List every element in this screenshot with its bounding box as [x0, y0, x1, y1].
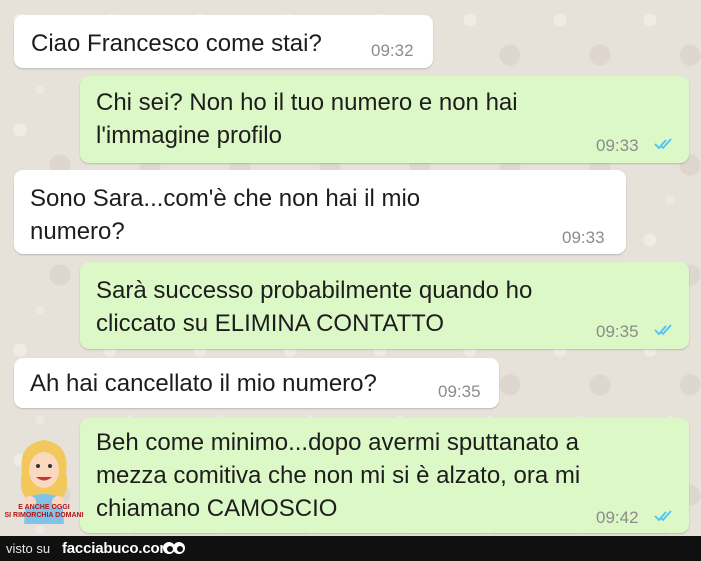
- message-time: 09:33: [596, 136, 639, 155]
- message-outgoing[interactable]: Sarà successo probabilmente quando ho cl…: [80, 262, 689, 349]
- footer-site-link[interactable]: facciabuco.com: [62, 540, 173, 557]
- watermark-footer: visto su facciabuco.com: [0, 536, 701, 561]
- read-ticks-icon: [654, 510, 672, 522]
- message-text: Beh come minimo...dopo avermi sputtanato…: [96, 429, 581, 522]
- message-text: Sono Sara...com'è che non hai il mio num…: [30, 185, 421, 245]
- read-ticks-icon: [654, 324, 672, 336]
- message-time: 09:32: [371, 41, 414, 60]
- message-text: Sarà successo probabilmente quando ho cl…: [96, 277, 533, 337]
- message-incoming[interactable]: Sono Sara...com'è che non hai il mio num…: [14, 170, 626, 254]
- message-text: Chi sei? Non ho il tuo numero e non hai …: [96, 89, 518, 149]
- eyes-icon: [163, 542, 185, 554]
- message-time: 09:35: [438, 382, 481, 401]
- chat-area: Ciao Francesco come stai? 09:32 Chi sei?…: [0, 0, 701, 536]
- message-time: 09:42: [596, 508, 639, 527]
- message-text: Ciao Francesco come stai?: [31, 30, 322, 57]
- read-ticks-icon: [654, 138, 672, 150]
- message-time: 09:35: [596, 322, 639, 341]
- sticker-caption: E ANCHE OGGI SI RIMORCHIA DOMANI: [4, 504, 84, 519]
- message-incoming[interactable]: Ciao Francesco come stai? 09:32: [14, 15, 433, 68]
- message-outgoing[interactable]: Chi sei? Non ho il tuo numero e non hai …: [80, 76, 689, 163]
- message-time: 09:33: [562, 228, 605, 247]
- footer-visto-su: visto su: [6, 541, 51, 556]
- message-outgoing[interactable]: Beh come minimo...dopo avermi sputtanato…: [80, 418, 689, 533]
- message-incoming[interactable]: Ah hai cancellato il mio numero? 09:35: [14, 358, 499, 408]
- message-text: Ah hai cancellato il mio numero?: [30, 370, 377, 397]
